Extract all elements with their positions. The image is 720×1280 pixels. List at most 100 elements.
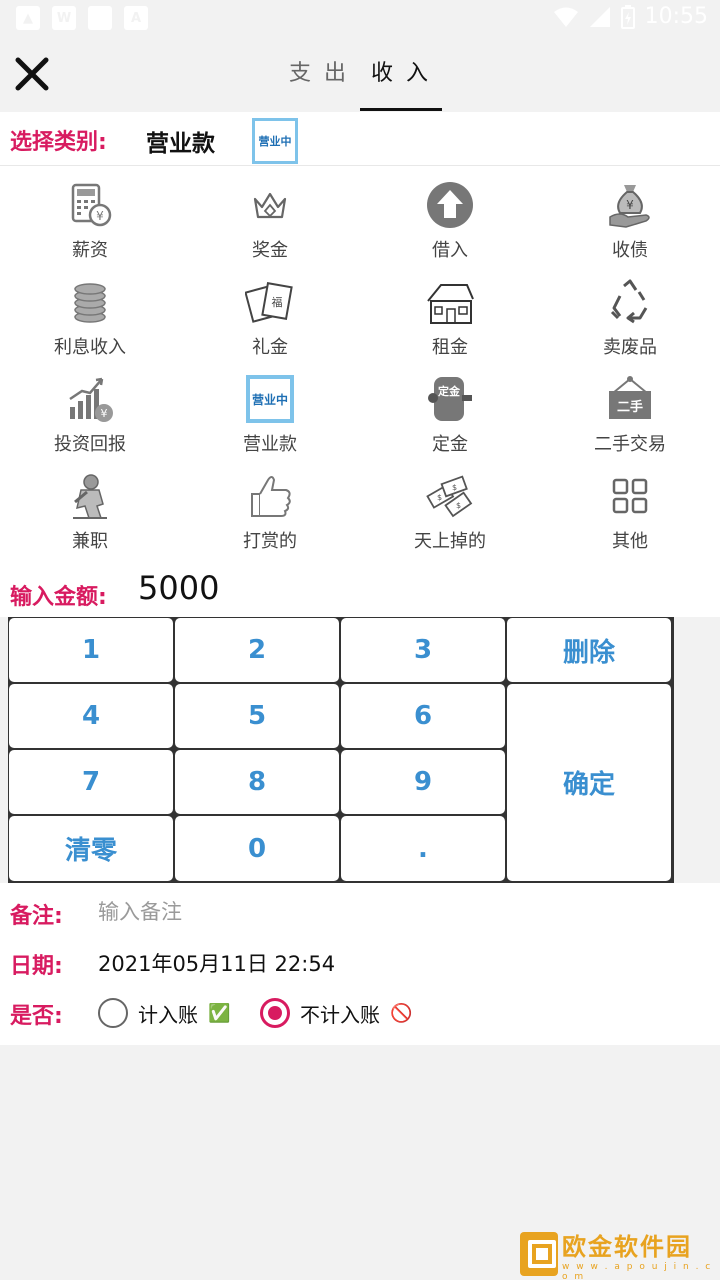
key-1[interactable]: 1 [9,618,173,682]
svg-text:¥: ¥ [101,407,108,420]
radio-dot [268,1006,282,1020]
deposit-icon-text: 定金 [438,385,460,398]
category-item-part-time[interactable]: 兼职 [0,471,180,568]
category-item-salary[interactable]: ¥ 薪资 [0,180,180,277]
key-4[interactable]: 4 [9,684,173,748]
site-watermark: 欧金软件园 w w w . a p o u j i n . c o m [520,1227,716,1280]
category-label-text: 营业款 [243,434,297,455]
amount-label: 输入金额: [10,585,107,610]
wifi-icon [553,7,578,27]
category-label-text: 奖金 [252,240,288,261]
category-label-text: 天上掉的 [414,531,486,552]
main-panel: 选择类别: 营业款 营业中 ¥ 薪资 奖金 借入 ¥ 收债 利息收入 福 礼金 … [0,112,720,1045]
key-5[interactable]: 5 [175,684,339,748]
category-item-recycling[interactable]: 卖废品 [540,277,720,374]
watermark-logo-icon [520,1232,559,1276]
keypad-grid: 1 2 3 删除 4 5 6 确定 7 8 9 清零 0 . [8,617,674,883]
app-notification-icon [88,6,112,30]
money-bag-hand-icon: ¥ [605,180,655,230]
key-8[interactable]: 8 [175,750,339,814]
worker-icon [65,471,115,521]
category-item-deposit[interactable]: 定金 定金 [360,374,540,471]
calculator-yen-icon: ¥ [65,180,115,230]
grid-four-icon [605,471,655,521]
date-picker[interactable]: 2021年05月11日 22:54 [98,948,335,978]
key-6[interactable]: 6 [341,684,505,748]
note-label: 备注: [10,904,63,929]
date-row: 日期: 2021年05月11日 22:54 [0,938,720,986]
category-label-text: 兼职 [72,531,108,552]
tab-income[interactable]: 收 入 [360,36,442,112]
confirm-button[interactable]: 确定 [507,684,671,881]
category-item-investment-return[interactable]: ¥ 投资回报 [0,374,180,471]
category-item-windfall[interactable]: $ $ $ 天上掉的 [360,471,540,568]
category-item-interest[interactable]: 利息收入 [0,277,180,374]
status-time: 10:55 [644,4,708,29]
note-input[interactable] [98,894,678,930]
key-9[interactable]: 9 [341,750,505,814]
selected-category-icon-text: 营业中 [258,135,292,148]
deposit-barrel-icon: 定金 [425,374,475,424]
top-bar: 支 出 收 入 [0,36,720,112]
key-dot[interactable]: . [341,816,505,881]
key-7[interactable]: 7 [9,750,173,814]
key-0[interactable]: 0 [175,816,339,881]
wps-notification-icon: W [52,6,76,30]
radio-count-in-account[interactable]: 计入账 ✅ [98,998,230,1028]
radio-label: 计入账 [138,1002,198,1027]
svg-text:¥: ¥ [626,198,634,212]
category-item-second-hand[interactable]: 二手 二手交易 [540,374,720,471]
amount-display[interactable]: 5000 [138,569,219,607]
category-item-rent[interactable]: 租金 [360,277,540,374]
recycle-icon [605,277,655,327]
category-label-text: 打赏的 [243,531,297,552]
category-row: 选择类别: 营业款 营业中 [0,112,720,166]
category-label-text: 收债 [612,240,648,261]
radio-checked-icon [260,998,290,1028]
image-notification-icon: ▲ [16,6,40,30]
number-keypad: 1 2 3 删除 4 5 6 确定 7 8 9 清零 0 . [0,617,720,883]
status-bar: ▲ W A 10:55 [0,0,720,36]
category-label-text: 借入 [432,240,468,261]
category-item-business-income[interactable]: 营业中 营业款 [180,374,360,471]
close-icon [15,57,49,91]
tab-expense[interactable]: 支 出 [278,36,360,112]
house-icon [425,277,475,327]
note-row: 备注: [0,888,720,936]
svg-text:$: $ [456,501,461,510]
watermark-text: 欧金软件园 w w w . a p o u j i n . c o m [562,1227,716,1280]
watermark-url: w w w . a p o u j i n . c o m [562,1261,713,1280]
svg-text:福: 福 [272,295,283,309]
category-item-gift-money[interactable]: 福 礼金 [180,277,360,374]
category-item-tips[interactable]: 打赏的 [180,471,360,568]
category-label-text: 利息收入 [54,337,126,358]
radio-label: 不计入账 [300,1002,380,1027]
selected-category: 营业款 [146,131,215,157]
category-label-text: 定金 [432,434,468,455]
clear-button[interactable]: 清零 [9,816,173,881]
watermark-title: 欧金软件园 [562,1232,693,1261]
category-item-borrow[interactable]: 借入 [360,180,540,277]
status-system: 10:55 [553,4,708,29]
category-label-text: 二手交易 [594,434,666,455]
date-label: 日期: [10,954,63,979]
radio-unchecked-icon [98,998,128,1028]
category-item-collect-debt[interactable]: ¥ 收债 [540,180,720,277]
second-hand-icon-text: 二手 [609,391,651,419]
growth-chart-icon: ¥ [65,374,115,424]
category-label-text: 礼金 [252,337,288,358]
key-2[interactable]: 2 [175,618,339,682]
delete-button[interactable]: 删除 [507,618,671,682]
account-row: 是否: 计入账 ✅ 不计入账 🚫 [0,988,720,1038]
close-button[interactable] [12,54,52,94]
category-item-other[interactable]: 其他 [540,471,720,568]
arrow-up-circle-icon [425,180,475,230]
open-sign-icon: 营业中 [245,374,295,424]
prohibited-icon: 🚫 [390,1002,413,1024]
status-notifications: ▲ W A [16,6,148,30]
key-3[interactable]: 3 [341,618,505,682]
falling-money-icon: $ $ $ [425,471,475,521]
category-item-bonus[interactable]: 奖金 [180,180,360,277]
radio-not-count-in-account[interactable]: 不计入账 🚫 [260,998,412,1028]
battery-icon [620,4,635,29]
